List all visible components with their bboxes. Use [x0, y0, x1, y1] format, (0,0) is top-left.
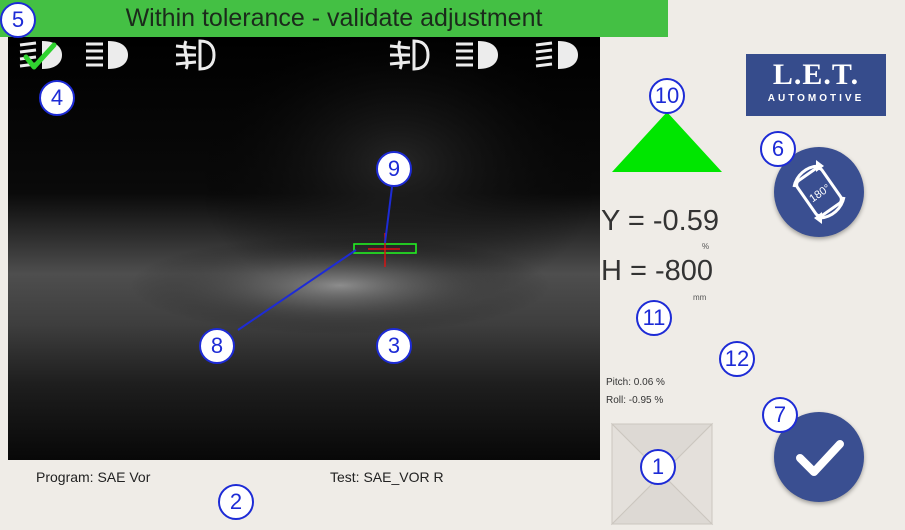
- marker-2: 2: [218, 484, 254, 520]
- brand-logo: L.E.T. AUTOMOTIVE: [746, 54, 886, 116]
- marker-10: 10: [649, 78, 685, 114]
- marker-4: 4: [39, 80, 75, 116]
- test-label: Test: SAE_VOR R: [330, 469, 444, 485]
- beam-pattern: [8, 37, 600, 460]
- marker-3: 3: [376, 328, 412, 364]
- status-banner-text: Within tolerance - validate adjustment: [125, 4, 543, 32]
- marker-12: 12: [719, 341, 755, 377]
- h-readout: H = -800: [601, 255, 714, 287]
- marker-9: 9: [376, 151, 412, 187]
- logo-main-text: L.E.T.: [772, 58, 860, 91]
- fog-lamp-icon[interactable]: [388, 37, 430, 73]
- program-label: Program: SAE Vor: [36, 469, 151, 485]
- marker-6: 6: [760, 131, 796, 167]
- svg-text:180°: 180°: [807, 182, 833, 205]
- marker-8: 8: [199, 328, 235, 364]
- low-beam-icon[interactable]: [18, 37, 64, 73]
- h-unit: mm: [693, 293, 707, 302]
- marker-5: 5: [0, 2, 36, 38]
- y-readout: Y = -0.59: [601, 205, 719, 237]
- marker-7: 7: [762, 397, 798, 433]
- high-beam-icon[interactable]: [454, 37, 500, 73]
- fog-lamp-icon[interactable]: [174, 37, 216, 73]
- marker-1: 1: [640, 449, 676, 485]
- pitch-readout: Pitch: 0.06 %: [606, 377, 665, 388]
- marker-11: 11: [636, 300, 672, 336]
- up-arrow-indicator-icon: [612, 112, 722, 172]
- camera-view: [8, 37, 600, 460]
- roll-readout: Roll: -0.95 %: [606, 395, 664, 406]
- low-beam-icon[interactable]: [534, 37, 580, 73]
- y-unit: %: [702, 242, 710, 251]
- logo-sub-text: AUTOMOTIVE: [767, 93, 865, 104]
- high-beam-icon[interactable]: [84, 37, 130, 73]
